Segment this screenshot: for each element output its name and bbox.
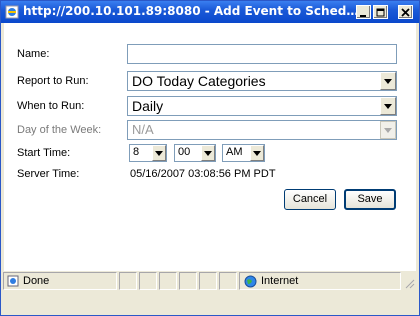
status-message-panel: Done <box>3 272 117 290</box>
status-panel <box>179 272 197 290</box>
start-ampm-dropdown-button[interactable] <box>250 145 264 161</box>
report-select[interactable]: DO Today Categories <box>127 71 397 91</box>
status-panel <box>119 272 137 290</box>
security-zone-panel: Internet <box>239 272 401 290</box>
close-icon <box>401 8 410 17</box>
form-area: Name: Report to Run: DO Today Categories… <box>4 23 416 271</box>
report-selected-value: DO Today Categories <box>132 73 266 89</box>
popup-window: http://200.10.101.89:8080 - Add Event to… <box>0 0 420 316</box>
day-select: N/A <box>127 120 397 140</box>
zone-text: Internet <box>261 275 299 287</box>
start-hour-select[interactable]: 8 <box>129 144 167 162</box>
start-minute-dropdown-button[interactable] <box>201 145 215 161</box>
status-panel <box>199 272 217 290</box>
when-select[interactable]: Daily <box>127 96 397 116</box>
chevron-down-icon <box>384 104 392 109</box>
minimize-icon <box>360 15 366 17</box>
start-label: Start Time: <box>17 147 71 159</box>
start-hour-value: 8 <box>133 146 140 158</box>
minimize-button[interactable] <box>356 5 371 19</box>
day-dropdown-button <box>380 121 396 139</box>
status-panel <box>219 272 237 290</box>
maximize-icon <box>376 8 385 17</box>
server-time-label: Server Time: <box>17 168 80 180</box>
server-time-value: 05/16/2007 03:08:56 PM PDT <box>130 168 276 180</box>
maximize-button[interactable] <box>373 5 388 19</box>
name-field[interactable] <box>127 44 397 64</box>
start-ampm-value: AM <box>226 146 243 158</box>
chevron-down-icon <box>204 151 212 156</box>
when-dropdown-button[interactable] <box>380 97 396 115</box>
page-done-icon <box>7 275 19 287</box>
when-selected-value: Daily <box>132 98 164 114</box>
day-selected-value: N/A <box>132 122 154 137</box>
resize-grip-icon[interactable] <box>403 277 415 289</box>
start-hour-dropdown-button[interactable] <box>152 145 166 161</box>
name-label: Name: <box>17 48 50 60</box>
start-minute-select[interactable]: 00 <box>174 144 216 162</box>
status-panel <box>139 272 157 290</box>
day-label: Day of the Week: <box>17 124 102 136</box>
globe-icon <box>244 275 257 288</box>
title-bar[interactable]: http://200.10.101.89:8080 - Add Event to… <box>1 1 419 23</box>
chevron-down-icon <box>384 128 392 133</box>
chevron-down-icon <box>384 79 392 84</box>
report-dropdown-button[interactable] <box>380 72 396 90</box>
status-bar: Done Internet <box>1 271 419 315</box>
report-label: Report to Run: <box>17 75 89 87</box>
close-button[interactable] <box>398 5 413 19</box>
when-label: When to Run: <box>17 100 85 112</box>
ie-page-icon <box>5 5 19 19</box>
cancel-button[interactable]: Cancel <box>284 189 336 210</box>
start-minute-value: 00 <box>178 146 191 158</box>
chevron-down-icon <box>253 151 261 156</box>
window-title: http://200.10.101.89:8080 - Add Event to… <box>23 4 363 18</box>
status-panel <box>159 272 177 290</box>
start-ampm-select[interactable]: AM <box>222 144 265 162</box>
status-text: Done <box>23 275 50 287</box>
chevron-down-icon <box>155 151 163 156</box>
save-button[interactable]: Save <box>344 189 396 210</box>
